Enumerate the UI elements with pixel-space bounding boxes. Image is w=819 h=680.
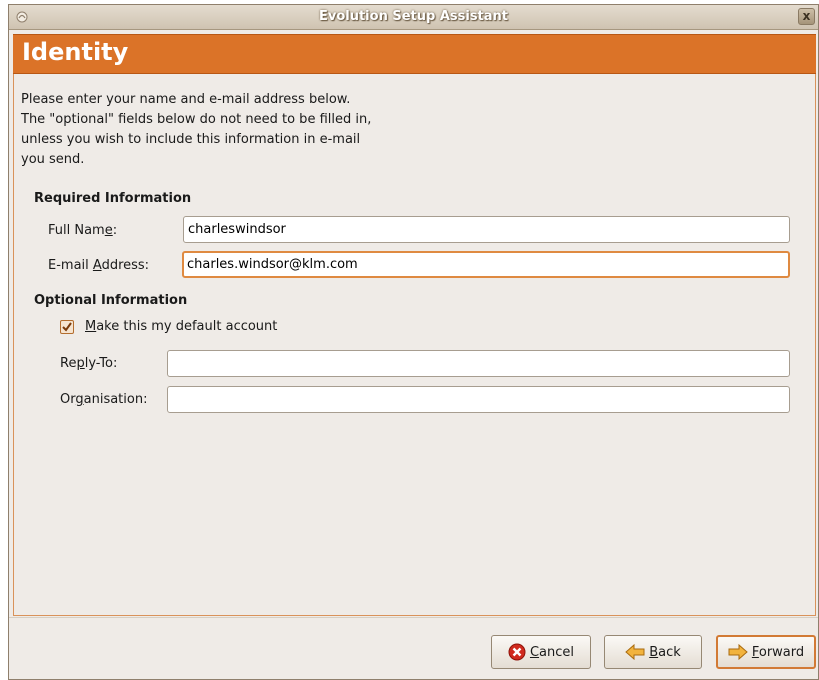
footer-separator <box>9 617 818 618</box>
intro-line: unless you wish to include this informat… <box>21 132 361 147</box>
optional-info-heading: Optional Information <box>34 293 188 308</box>
reply-to-label: Reply-To: <box>60 356 118 371</box>
cancel-label: Cancel <box>529 644 575 660</box>
email-field[interactable] <box>182 251 790 278</box>
full-name-field[interactable] <box>183 216 790 243</box>
default-account-label[interactable]: Make this my default account <box>85 319 277 334</box>
default-account-checkbox[interactable] <box>60 320 74 334</box>
organisation-field[interactable] <box>167 386 790 413</box>
required-info-heading: Required Information <box>34 191 192 206</box>
back-arrow-icon <box>625 644 645 660</box>
intro-line: Please enter your name and e-mail addres… <box>21 92 351 107</box>
intro-line: you send. <box>21 152 85 167</box>
intro-line: The "optional" fields below do not need … <box>21 112 372 127</box>
intro-text: Please enter your name and e-mail addres… <box>21 90 411 170</box>
forward-button[interactable]: Forward <box>716 635 816 669</box>
cancel-button[interactable]: Cancel <box>491 635 591 669</box>
page-title: Identity <box>22 38 129 66</box>
close-window-button[interactable]: x <box>798 8 815 25</box>
cancel-icon <box>508 643 526 661</box>
forward-label: Forward <box>751 644 805 660</box>
full-name-label: Full Name: <box>48 223 118 238</box>
window-title: Evolution Setup Assistant <box>318 9 509 24</box>
checkmark-icon <box>62 322 72 332</box>
titlebar[interactable]: Evolution Setup Assistant x <box>9 5 818 30</box>
back-label: Back <box>649 644 681 660</box>
forward-arrow-icon <box>728 644 748 660</box>
back-button[interactable]: Back <box>604 635 702 669</box>
email-label: E-mail Address: <box>48 258 150 273</box>
organisation-label: Organisation: <box>60 392 148 407</box>
reply-to-field[interactable] <box>167 350 790 377</box>
page-header: Identity <box>13 34 816 74</box>
